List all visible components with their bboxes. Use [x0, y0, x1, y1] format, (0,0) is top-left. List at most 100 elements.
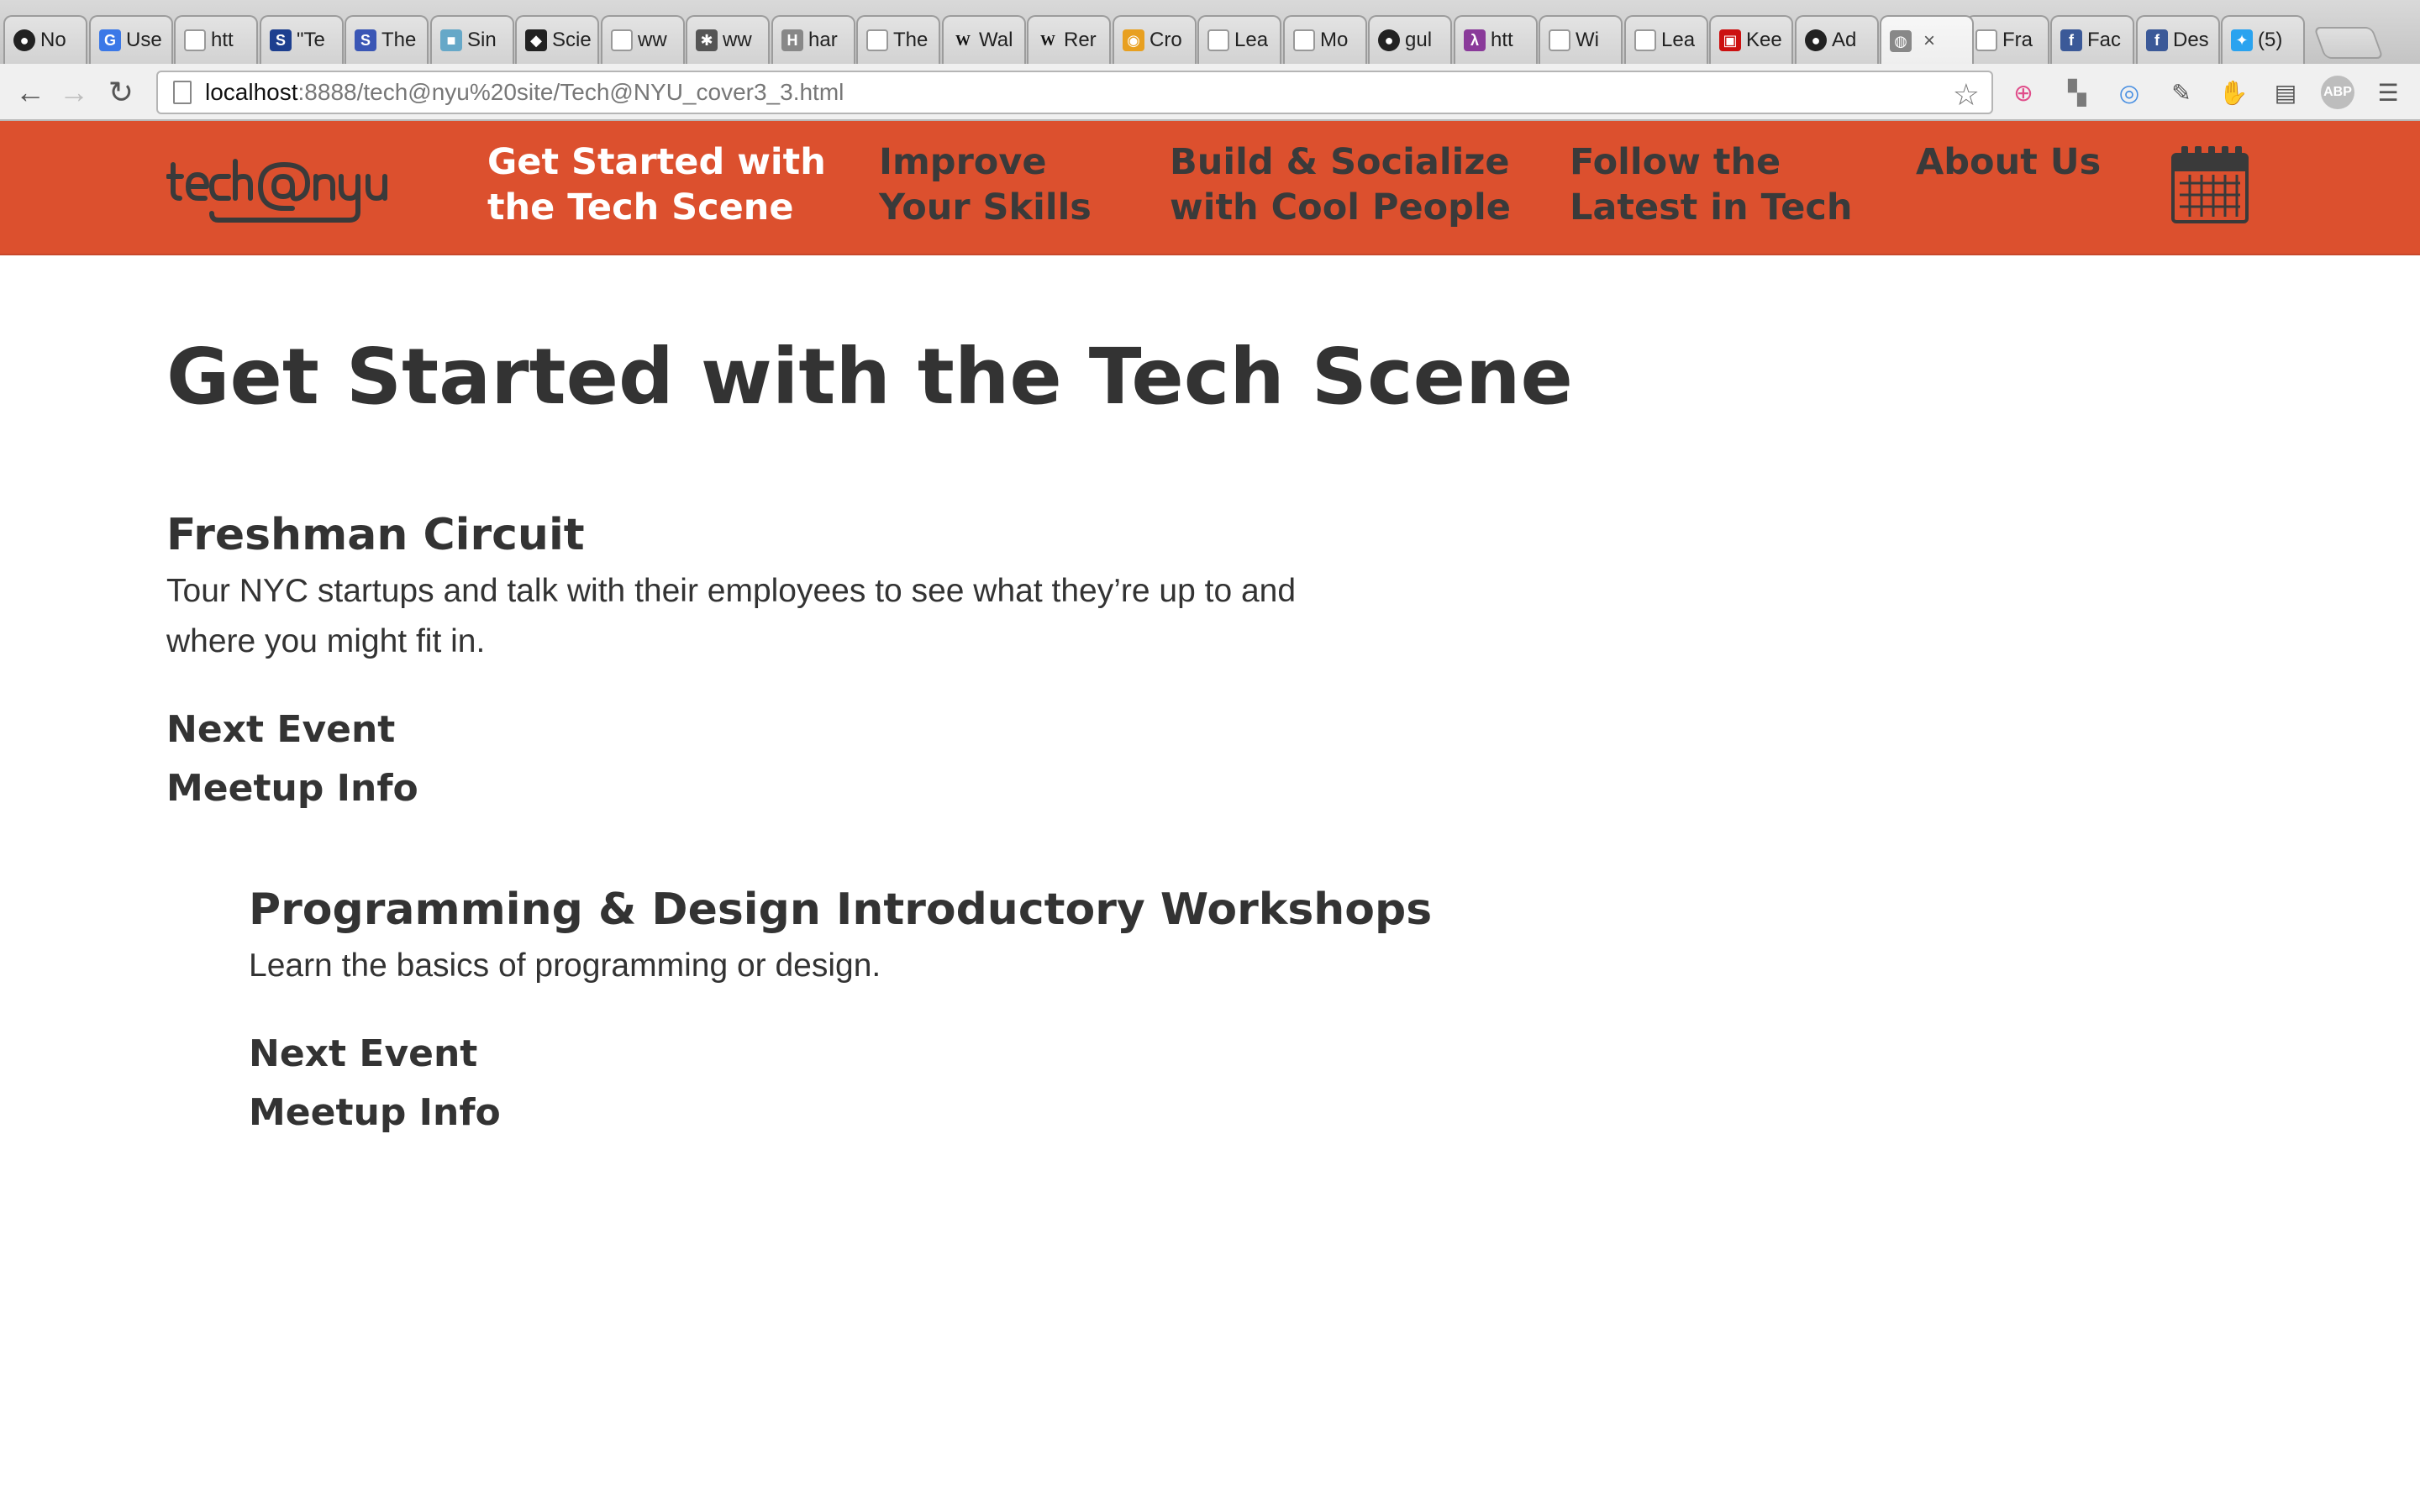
menu-icon[interactable]: ☰ [2371, 76, 2405, 109]
tab-title: Mo [1320, 29, 1349, 51]
tab-title: The [381, 29, 417, 51]
forward-arrow-icon: → [59, 75, 89, 109]
nav-improve-skills[interactable]: Improve Your Skills [879, 139, 1092, 230]
main-content: Get Started with the Tech Scene Freshman… [0, 255, 2420, 1512]
page-icon [184, 29, 206, 51]
browser-tab[interactable]: W Rer [1027, 15, 1111, 64]
bookmark-star-icon[interactable]: ☆ [1953, 77, 1980, 113]
facebook-icon: f [2146, 29, 2168, 51]
tab-title: Sin [467, 29, 497, 51]
section-description: Tour NYC startups and talk with their em… [166, 573, 1297, 659]
hand-extension-icon[interactable]: ✋ [2217, 76, 2250, 109]
document-extension-icon[interactable]: ▤ [2269, 76, 2302, 109]
tab-title: Lea [1661, 29, 1696, 51]
browser-tab[interactable]: Wi [1539, 15, 1623, 64]
wrench-icon[interactable]: ✎ [2165, 76, 2198, 109]
close-tab-icon[interactable]: × [1923, 29, 1935, 53]
browser-tab[interactable]: ● gul [1368, 15, 1452, 64]
address-bar[interactable]: localhost:8888/tech@nyu%20site/Tech@NYU_… [156, 71, 1993, 114]
tab-title: htt [211, 29, 234, 51]
plus-extension-icon[interactable]: ⊕ [2007, 76, 2040, 109]
target-extension-icon[interactable]: ◎ [2112, 76, 2146, 109]
browser-tab-strip: ● No G Use htt S "Te S The ■ Sin ◆ Scie ww ✱ ww Hhar The W… [0, 0, 2420, 64]
github-icon: ● [1805, 29, 1827, 51]
github-icon: ● [1378, 29, 1400, 51]
nav-get-started[interactable]: Get Started with the Tech Scene [487, 139, 826, 230]
wikipedia-icon: W [1040, 31, 1055, 49]
browser-tab[interactable]: G Use [89, 15, 173, 64]
browser-tab[interactable]: ▣ Kee [1709, 15, 1793, 64]
twitter-icon: ✦ [2231, 29, 2253, 51]
tab-title: No [40, 29, 66, 51]
browser-tab[interactable]: W Wal [942, 15, 1026, 64]
browser-tab[interactable]: Hhar [771, 15, 855, 64]
page-icon [866, 29, 888, 51]
browser-tab[interactable]: S The [345, 15, 429, 64]
tab-title: (5) [2258, 29, 2283, 51]
browser-tab[interactable]: ✦ (5) [2221, 15, 2305, 64]
browser-tab[interactable]: ww [601, 15, 685, 64]
calendar-icon[interactable] [2170, 144, 2250, 225]
tab-title: Lea [1234, 29, 1269, 51]
browser-tab[interactable]: ● Ad [1795, 15, 1879, 64]
browser-tab[interactable]: Lea [1197, 15, 1281, 64]
tab-title: har [808, 29, 838, 51]
browser-tab[interactable]: ◉ Cro [1113, 15, 1197, 64]
next-event-link[interactable]: Next Event [249, 1025, 1425, 1084]
browser-tab[interactable]: Mo [1283, 15, 1367, 64]
meetup-info-link[interactable]: Meetup Info [166, 759, 1343, 818]
page-icon [1549, 29, 1570, 51]
back-button[interactable]: ← [12, 74, 49, 111]
browser-tab[interactable]: f Des [2136, 15, 2220, 64]
nav-follow-latest[interactable]: Follow the Latest in Tech [1570, 139, 1852, 230]
page-icon [1634, 29, 1656, 51]
nav-about-us[interactable]: About Us [1916, 139, 2101, 185]
grid-icon: ▣ [1719, 29, 1741, 51]
tab-title: ww [723, 29, 752, 51]
back-arrow-icon: ← [15, 75, 45, 109]
page-icon [1293, 29, 1315, 51]
tab-title: Cro [1150, 29, 1182, 51]
page-icon [1207, 29, 1229, 51]
tab-title: "Te [297, 29, 325, 51]
browser-tab[interactable]: ■ Sin [430, 15, 514, 64]
section-heading: Freshman Circuit [166, 510, 585, 560]
browser-tab[interactable]: ◆ Scie [515, 15, 599, 64]
section-heading: Programming & Design Introductory Worksh… [249, 885, 1433, 935]
browser-tab[interactable]: The [856, 15, 940, 64]
browser-tab[interactable]: S "Te [260, 15, 344, 64]
tab-title: The [893, 29, 929, 51]
tech-at-nyu-logo[interactable] [166, 146, 403, 230]
chrome-icon: ◉ [1123, 29, 1144, 51]
browser-tab[interactable]: λ htt [1454, 15, 1538, 64]
reload-button[interactable]: ↻ [103, 74, 139, 111]
tab-title: Fra [2002, 29, 2033, 51]
browser-tab[interactable]: ◍ × [1880, 15, 1974, 64]
section-freshman-circuit: Freshman Circuit Tour NYC startups and t… [166, 507, 1343, 818]
browser-tab[interactable]: ● No [3, 15, 87, 64]
browser-tab[interactable]: Fra [1965, 15, 2049, 64]
next-event-link[interactable]: Next Event [166, 701, 1343, 759]
page-icon [173, 81, 192, 104]
github-icon: ● [13, 29, 35, 51]
s-circle-icon: S [355, 29, 376, 51]
tab-title: Ad [1832, 29, 1857, 51]
browser-tab[interactable]: ✱ ww [686, 15, 770, 64]
tab-title: htt [1491, 29, 1513, 51]
chart-extension-icon[interactable]: ▚ [2060, 76, 2094, 109]
square-icon: ■ [440, 29, 462, 51]
section-description: Learn the basics of programming or desig… [249, 948, 881, 984]
page-title: Get Started with the Tech Scene [166, 332, 1573, 422]
browser-tab[interactable]: Lea [1624, 15, 1708, 64]
new-tab-button[interactable] [2313, 27, 2384, 59]
page-icon [1975, 29, 1997, 51]
adblock-icon[interactable]: ABP [2321, 76, 2354, 109]
browser-tab[interactable]: htt [174, 15, 258, 64]
section-intro-workshops: Programming & Design Introductory Worksh… [249, 882, 1433, 1142]
tab-title: Fac [2087, 29, 2122, 51]
forward-button[interactable]: → [55, 74, 92, 111]
nav-build-socialize[interactable]: Build & Socialize with Cool People [1170, 139, 1511, 230]
browser-tab[interactable]: f Fac [2050, 15, 2134, 64]
meetup-info-link[interactable]: Meetup Info [249, 1084, 1425, 1142]
page-icon [611, 29, 633, 51]
